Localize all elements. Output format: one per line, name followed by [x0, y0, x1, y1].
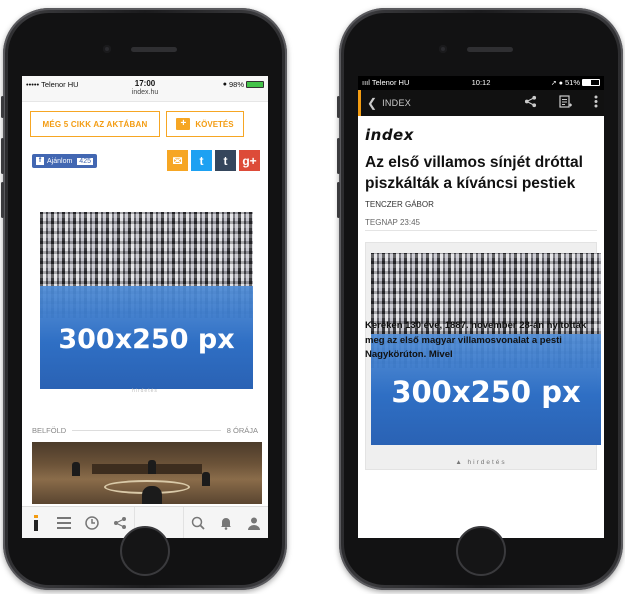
browser-status-bar: ••••• Telenor HU 17:00 index.hu ● 98% — [22, 76, 268, 102]
battery-percent: 51% — [564, 78, 580, 87]
battery-indicator: ● 98% — [223, 80, 264, 89]
ad-banner[interactable]: 300x250 px — [40, 212, 253, 389]
back-label[interactable]: INDEX — [382, 98, 411, 108]
follow-label: KÖVETÉS — [195, 119, 234, 129]
googleplus-icon[interactable]: g+ — [239, 150, 260, 171]
app-status-bar: ıııl Telenor HU 10:12 ➚ ● 51% — [358, 76, 604, 90]
phone-frame-left: ••••• Telenor HU 17:00 index.hu ● 98% MÉ… — [1, 8, 287, 590]
more-options-icon[interactable] — [594, 95, 598, 111]
article-date: TEGNAP 23:45 — [365, 218, 420, 227]
tumblr-icon[interactable]: t — [215, 150, 236, 171]
like-count: 425 — [77, 157, 93, 165]
twitter-icon[interactable]: t — [191, 150, 212, 171]
follow-button[interactable]: + KÖVETÉS — [166, 111, 244, 137]
bell-icon[interactable] — [212, 507, 240, 539]
battery-percent: 98% — [228, 80, 244, 89]
article-action-row: MÉG 5 CIKK AZ AKTÁBAN + KÖVETÉS — [22, 102, 268, 142]
web-screen: ••••• Telenor HU 17:00 index.hu ● 98% MÉ… — [22, 76, 268, 538]
ad-caption: hirdetés — [132, 388, 158, 394]
add-list-icon[interactable] — [559, 94, 572, 112]
index-logo: index — [365, 126, 414, 144]
front-camera — [439, 45, 447, 53]
article-lead: Kereken 130 éve, 1887. november 28-án ny… — [365, 320, 587, 360]
user-icon[interactable] — [240, 507, 268, 539]
facebook-like-button[interactable]: f Ajánlom 425 — [32, 154, 97, 168]
add-folder-icon: + — [176, 118, 191, 130]
battery-icon — [582, 79, 600, 86]
app-toolbar: ❮ INDEX — [358, 90, 604, 116]
phone-frame-right: ıııl Telenor HU 10:12 ➚ ● 51% ❮ INDEX in… — [337, 8, 623, 590]
ad-caption: ▲ hirdetés — [455, 459, 507, 466]
earpiece — [131, 47, 177, 52]
url-label[interactable]: index.hu — [22, 89, 268, 96]
home-button[interactable] — [456, 526, 506, 576]
more-articles-button[interactable]: MÉG 5 CIKK AZ AKTÁBAN — [30, 111, 160, 137]
share-icons: ✉ t t g+ — [167, 150, 260, 171]
battery-icon — [246, 81, 264, 88]
menu-icon[interactable] — [50, 507, 78, 539]
share-icon[interactable] — [524, 95, 537, 111]
social-row: f Ajánlom 425 ✉ t t g+ — [22, 150, 268, 192]
battery-indicator: ➚ ● 51% — [551, 78, 600, 87]
section-time: 8 ÓRÁJA — [226, 426, 258, 435]
article-title: Az első villamos sínjét dróttal piszkált… — [365, 154, 583, 192]
clock-icon[interactable] — [78, 507, 106, 539]
home-button[interactable] — [120, 526, 170, 576]
article-author[interactable]: TENCZER GÁBOR — [365, 200, 434, 209]
app-store-screenshot: ••••• Telenor HU 17:00 index.hu ● 98% MÉ… — [0, 0, 625, 594]
search-icon[interactable] — [184, 507, 212, 539]
email-icon[interactable]: ✉ — [167, 150, 188, 171]
index-logo-icon[interactable] — [22, 507, 50, 539]
article-thumbnail[interactable] — [32, 442, 262, 504]
ad-size-label: 300x250 px — [391, 375, 581, 409]
ad-size-label: 300x250 px — [58, 324, 235, 355]
app-screen: ıııl Telenor HU 10:12 ➚ ● 51% ❮ INDEX in… — [358, 76, 604, 538]
like-label: Ajánlom — [47, 157, 73, 165]
earpiece — [467, 47, 513, 52]
back-chevron-icon[interactable]: ❮ — [367, 96, 377, 110]
front-camera — [103, 45, 111, 53]
section-header: BELFÖLD 8 ÓRÁJA — [32, 426, 258, 435]
section-label[interactable]: BELFÖLD — [32, 426, 66, 435]
facebook-icon: f — [36, 157, 44, 165]
